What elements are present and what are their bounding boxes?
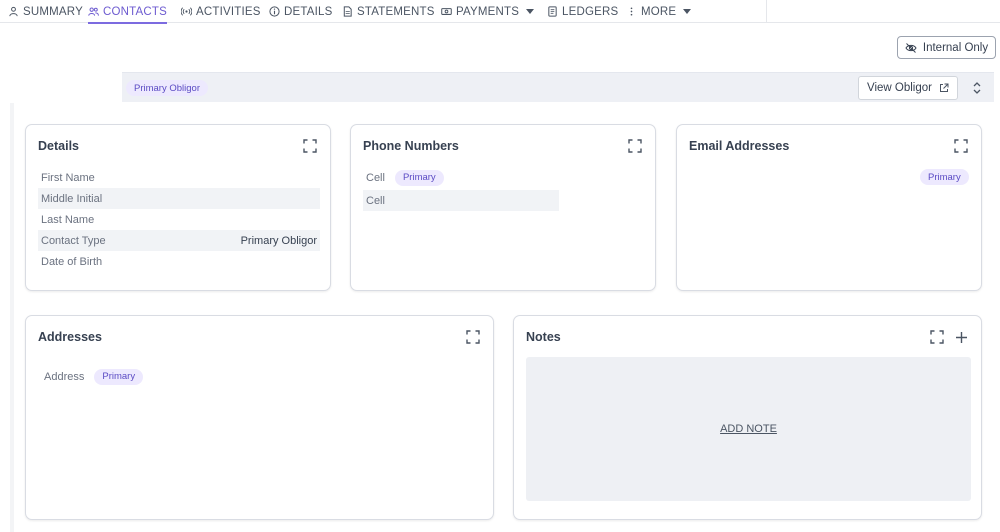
primary-badge: Primary xyxy=(394,169,444,186)
obligor-header-band: Primary Obligor View Obligor xyxy=(122,72,994,102)
phone-row: Cell xyxy=(363,190,559,211)
chevron-down-icon xyxy=(526,9,535,14)
detail-label: Last Name xyxy=(41,213,95,226)
document-icon xyxy=(343,6,352,17)
vertical-dots-icon xyxy=(630,7,633,16)
tab-ledgers[interactable]: LEDGERS xyxy=(547,0,618,23)
external-link-icon xyxy=(940,83,949,92)
detail-row: Date of Birth xyxy=(38,251,320,272)
tab-label: STATEMENTS xyxy=(357,5,435,18)
notes-card: Notes ADD NOTE xyxy=(513,315,982,520)
tab-label: LEDGERS xyxy=(562,5,619,18)
add-note-link[interactable]: ADD NOTE xyxy=(720,423,777,435)
chevron-down-icon xyxy=(683,9,692,14)
primary-badge: Primary xyxy=(920,169,969,185)
phone-row: Cell Primary xyxy=(363,167,559,188)
detail-row: Last Name xyxy=(38,209,320,230)
broadcast-icon xyxy=(181,7,192,16)
fullscreen-icon[interactable] xyxy=(954,139,968,153)
detail-label: Middle Initial xyxy=(41,192,103,205)
email-addresses-card: Email Addresses Primary xyxy=(676,124,982,291)
people-icon xyxy=(88,7,99,16)
notes-empty-area: ADD NOTE xyxy=(526,357,971,501)
fullscreen-icon[interactable] xyxy=(930,330,944,344)
notes-card-title: Notes xyxy=(526,330,561,344)
fullscreen-icon[interactable] xyxy=(466,330,480,344)
tab-label: CONTACTS xyxy=(103,5,167,18)
tab-more[interactable]: MORE xyxy=(626,0,692,23)
detail-row: First Name xyxy=(38,167,320,188)
info-icon xyxy=(269,6,280,17)
primary-obligor-badge: Primary Obligor xyxy=(126,80,208,96)
plus-icon[interactable] xyxy=(955,331,968,344)
tab-statements[interactable]: STATEMENTS xyxy=(342,0,435,23)
tab-summary[interactable]: SUMMARY xyxy=(8,0,83,23)
addresses-card: Addresses Address Primary xyxy=(25,315,494,520)
detail-label: Date of Birth xyxy=(41,255,103,268)
address-row: Address Primary xyxy=(41,366,241,387)
view-obligor-button[interactable]: View Obligor xyxy=(858,76,958,100)
fullscreen-icon[interactable] xyxy=(628,139,642,153)
tab-bar-divider xyxy=(766,0,767,23)
primary-badge: Primary xyxy=(94,368,144,385)
tab-details[interactable]: DETAILS xyxy=(269,0,332,23)
chevron-up-down-icon[interactable] xyxy=(970,79,984,97)
tab-activities[interactable]: ACTIVITIES xyxy=(181,0,261,23)
tab-contacts[interactable]: CONTACTS xyxy=(88,0,167,24)
tab-label: MORE xyxy=(641,5,677,18)
view-obligor-label: View Obligor xyxy=(867,82,932,94)
details-card-title: Details xyxy=(38,139,79,153)
detail-value: Primary Obligor xyxy=(240,234,317,247)
internal-only-button[interactable]: Internal Only xyxy=(897,36,996,59)
email-card-title: Email Addresses xyxy=(689,139,790,153)
address-label: Address xyxy=(44,370,85,383)
details-card: Details First Name Middle Initial Last N… xyxy=(25,124,331,291)
person-icon xyxy=(9,6,18,17)
detail-row: Middle Initial xyxy=(38,188,320,209)
addresses-card-title: Addresses xyxy=(38,330,102,344)
phone-numbers-card: Phone Numbers Cell Primary Cell xyxy=(350,124,656,291)
detail-label: First Name xyxy=(41,171,95,184)
tab-payments[interactable]: PAYMENTS xyxy=(441,0,535,23)
top-tab-bar: SUMMARY CONTACTS ACTIVITIES DETAILS STAT… xyxy=(0,0,1000,24)
cash-icon xyxy=(441,8,452,15)
eye-off-icon xyxy=(905,42,917,53)
tab-label: DETAILS xyxy=(284,5,333,18)
phone-label: Cell xyxy=(366,171,385,184)
section-left-border xyxy=(10,103,14,532)
detail-label: Contact Type xyxy=(41,234,106,247)
phone-label: Cell xyxy=(366,194,385,207)
tab-label: SUMMARY xyxy=(23,5,83,18)
internal-only-label: Internal Only xyxy=(922,41,989,54)
ledger-icon xyxy=(548,6,557,17)
phone-card-title: Phone Numbers xyxy=(363,139,459,153)
tab-label: ACTIVITIES xyxy=(196,5,261,18)
detail-row: Contact Type Primary Obligor xyxy=(38,230,320,251)
fullscreen-icon[interactable] xyxy=(303,139,317,153)
tab-label: PAYMENTS xyxy=(456,5,520,18)
